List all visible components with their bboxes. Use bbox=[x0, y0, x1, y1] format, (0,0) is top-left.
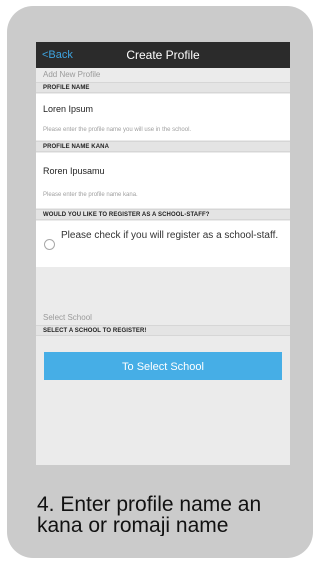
select-school-button[interactable]: To Select School bbox=[44, 352, 282, 380]
profile-name-kana-hint: Please enter the profile name kana. bbox=[43, 192, 138, 198]
select-school-heading: Select School bbox=[43, 313, 92, 322]
profile-name-hint: Please enter the profile name you will u… bbox=[43, 127, 192, 133]
select-school-label: SELECT A SCHOOL TO REGISTER! bbox=[36, 325, 290, 336]
school-staff-radio[interactable] bbox=[44, 239, 55, 250]
profile-name-input[interactable]: Loren Ipsum bbox=[43, 104, 93, 114]
profile-name-kana-field[interactable]: Roren Ipusamu Please enter the profile n… bbox=[36, 153, 290, 208]
school-staff-label: WOULD YOU LIKE TO REGISTER AS A SCHOOL-S… bbox=[36, 209, 290, 220]
caption-line-2: kana or romaji name bbox=[37, 514, 229, 536]
school-staff-option-text: Please check if you will register as a s… bbox=[61, 230, 279, 241]
profile-name-kana-input[interactable]: Roren Ipusamu bbox=[43, 166, 105, 176]
page-title: Create Profile bbox=[126, 48, 200, 62]
school-staff-option[interactable]: Please check if you will register as a s… bbox=[36, 221, 290, 267]
phone-screen: <Back Create Profile Add New Profile PRO… bbox=[36, 42, 290, 465]
navigation-bar: <Back Create Profile bbox=[36, 42, 290, 68]
step-caption: 4. Enter profile name an kana or romaji … bbox=[37, 494, 307, 536]
caption-line-1: 4. Enter profile name an bbox=[37, 494, 262, 516]
profile-name-label: PROFILE NAME bbox=[36, 82, 290, 93]
profile-name-field[interactable]: Loren Ipsum Please enter the profile nam… bbox=[36, 94, 290, 140]
add-profile-heading: Add New Profile bbox=[43, 70, 101, 79]
tutorial-card: <Back Create Profile Add New Profile PRO… bbox=[7, 6, 313, 558]
profile-name-kana-label: PROFILE NAME KANA bbox=[36, 141, 290, 152]
